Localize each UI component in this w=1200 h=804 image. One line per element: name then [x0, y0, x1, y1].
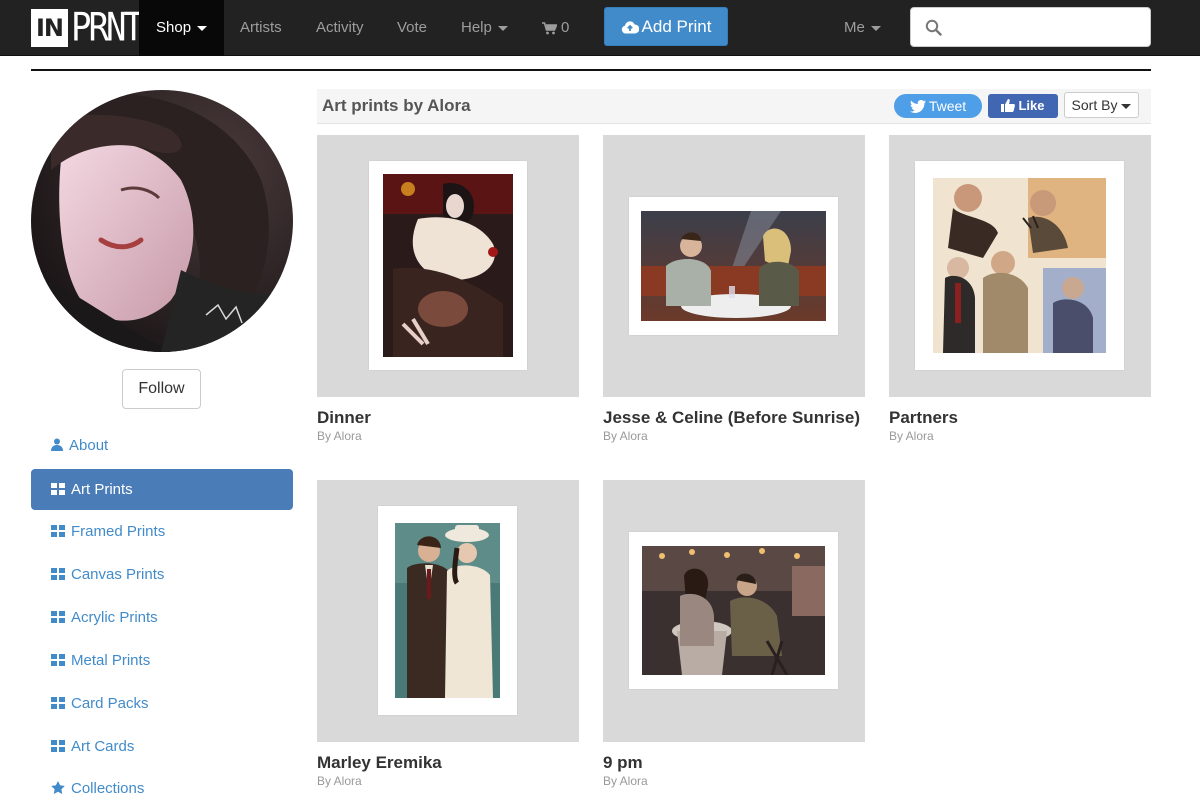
- thumbs-up-icon: [1001, 99, 1016, 112]
- print-mat: [369, 161, 527, 370]
- print-title[interactable]: Partners: [889, 408, 1151, 428]
- sidebar-item-label: Art Cards: [71, 738, 135, 755]
- grid-icon: [51, 525, 65, 537]
- add-print-button[interactable]: Add Print: [604, 7, 728, 46]
- search-icon: [925, 19, 942, 36]
- header-divider: [31, 69, 1151, 71]
- profile-avatar[interactable]: [31, 90, 293, 352]
- user-icon: [51, 438, 63, 451]
- sort-by-dropdown[interactable]: Sort By: [1064, 92, 1139, 118]
- print-thumbnail[interactable]: [603, 480, 865, 742]
- nav-me-label: Me: [844, 19, 865, 36]
- sidebar-item-acrylic-prints[interactable]: Acrylic Prints: [31, 597, 293, 638]
- print-artist[interactable]: By Alora: [889, 429, 934, 443]
- print-artwork-image: [395, 523, 500, 698]
- nav-shop[interactable]: Shop: [139, 0, 225, 56]
- print-mat: [378, 506, 517, 715]
- sidebar-item-label: Acrylic Prints: [71, 609, 158, 626]
- print-thumbnail[interactable]: [603, 135, 865, 397]
- sidebar-item-framed-prints[interactable]: Framed Prints: [31, 511, 293, 552]
- sidebar-item-label: Metal Prints: [71, 652, 151, 669]
- print-artist[interactable]: By Alora: [317, 429, 362, 443]
- sidebar-item-card-packs[interactable]: Card Packs: [31, 683, 293, 724]
- inprnt-logo[interactable]: IN PRNT: [31, 4, 144, 51]
- sidebar-item-art-prints[interactable]: Art Prints: [31, 469, 293, 510]
- search-box[interactable]: [910, 7, 1151, 47]
- print-artwork-image: [933, 178, 1106, 353]
- nav-me[interactable]: Me: [827, 0, 898, 56]
- nav-help-label: Help: [461, 19, 492, 36]
- tweet-label: Tweet: [928, 98, 967, 114]
- sidebar-item-label: Framed Prints: [71, 523, 166, 540]
- nav-help[interactable]: Help: [444, 0, 525, 56]
- logo-word: PRNT: [71, 4, 144, 51]
- print-title[interactable]: Dinner: [317, 408, 579, 428]
- print-artwork-image: [641, 211, 826, 321]
- nav-shop-label: Shop: [156, 19, 192, 36]
- tweet-button[interactable]: Tweet: [894, 94, 982, 118]
- print-artist[interactable]: By Alora: [603, 429, 648, 443]
- print-title[interactable]: 9 pm: [603, 753, 865, 773]
- sidebar-item-label: Art Prints: [71, 481, 133, 498]
- grid-icon: [51, 740, 65, 752]
- sort-by-label: Sort By: [1071, 97, 1118, 113]
- sidebar-item-collections[interactable]: Collections: [31, 768, 293, 804]
- nav-cart[interactable]: 0: [525, 0, 586, 56]
- sidebar-item-canvas-prints[interactable]: Canvas Prints: [31, 554, 293, 595]
- cart-count: 0: [561, 19, 570, 36]
- grid-icon: [51, 697, 65, 709]
- nav-artists-label: Artists: [240, 19, 282, 36]
- sidebar-item-about[interactable]: About: [31, 425, 293, 466]
- print-title[interactable]: Jesse & Celine (Before Sunrise): [603, 408, 865, 428]
- nav-activity-label: Activity: [316, 19, 364, 36]
- page-title: Art prints by Alora: [322, 96, 471, 115]
- avatar-portrait-image: [31, 90, 293, 352]
- sidebar-item-label: About: [69, 437, 109, 454]
- print-artist[interactable]: By Alora: [603, 774, 648, 788]
- grid-icon: [51, 483, 65, 495]
- cart-icon: [542, 21, 557, 34]
- grid-icon: [51, 568, 65, 580]
- print-artist[interactable]: By Alora: [317, 774, 362, 788]
- sidebar-item-label: Card Packs: [71, 695, 149, 712]
- grid-icon: [51, 654, 65, 666]
- grid-icon: [51, 611, 65, 623]
- logo-box: IN: [31, 9, 68, 47]
- print-title[interactable]: Marley Eremika: [317, 753, 579, 773]
- nav-vote[interactable]: Vote: [380, 0, 444, 56]
- search-input[interactable]: [951, 14, 1141, 40]
- print-mat: [629, 532, 838, 689]
- print-mat: [629, 197, 838, 335]
- sidebar-item-label: Collections: [71, 780, 145, 797]
- print-thumbnail[interactable]: [889, 135, 1151, 397]
- nav-activity[interactable]: Activity: [299, 0, 381, 56]
- twitter-bird-icon: [909, 99, 926, 113]
- cloud-upload-icon: [621, 21, 639, 34]
- top-navbar: IN PRNT Shop Artists Activity Vote Help …: [0, 0, 1200, 56]
- print-artwork-image: [383, 174, 513, 357]
- add-print-label: Add Print: [641, 17, 712, 36]
- prints-header-bar: Art prints by Alora Tweet Like Sort By: [317, 89, 1151, 124]
- chevron-down-icon: [197, 25, 208, 31]
- star-icon: [51, 781, 65, 794]
- chevron-down-icon: [870, 25, 881, 31]
- follow-button[interactable]: Follow: [122, 369, 201, 409]
- facebook-like-button[interactable]: Like: [988, 94, 1058, 118]
- print-thumbnail[interactable]: [317, 480, 579, 742]
- chevron-down-icon: [497, 25, 508, 31]
- sidebar-item-metal-prints[interactable]: Metal Prints: [31, 640, 293, 681]
- nav-vote-label: Vote: [397, 19, 428, 36]
- print-thumbnail[interactable]: [317, 135, 579, 397]
- nav-artists[interactable]: Artists: [223, 0, 299, 56]
- chevron-down-icon: [1121, 103, 1132, 109]
- print-mat: [915, 161, 1124, 370]
- like-label: Like: [1018, 98, 1045, 113]
- print-artwork-image: [642, 546, 825, 675]
- sidebar-item-art-cards[interactable]: Art Cards: [31, 726, 293, 767]
- sidebar-item-label: Canvas Prints: [71, 566, 165, 583]
